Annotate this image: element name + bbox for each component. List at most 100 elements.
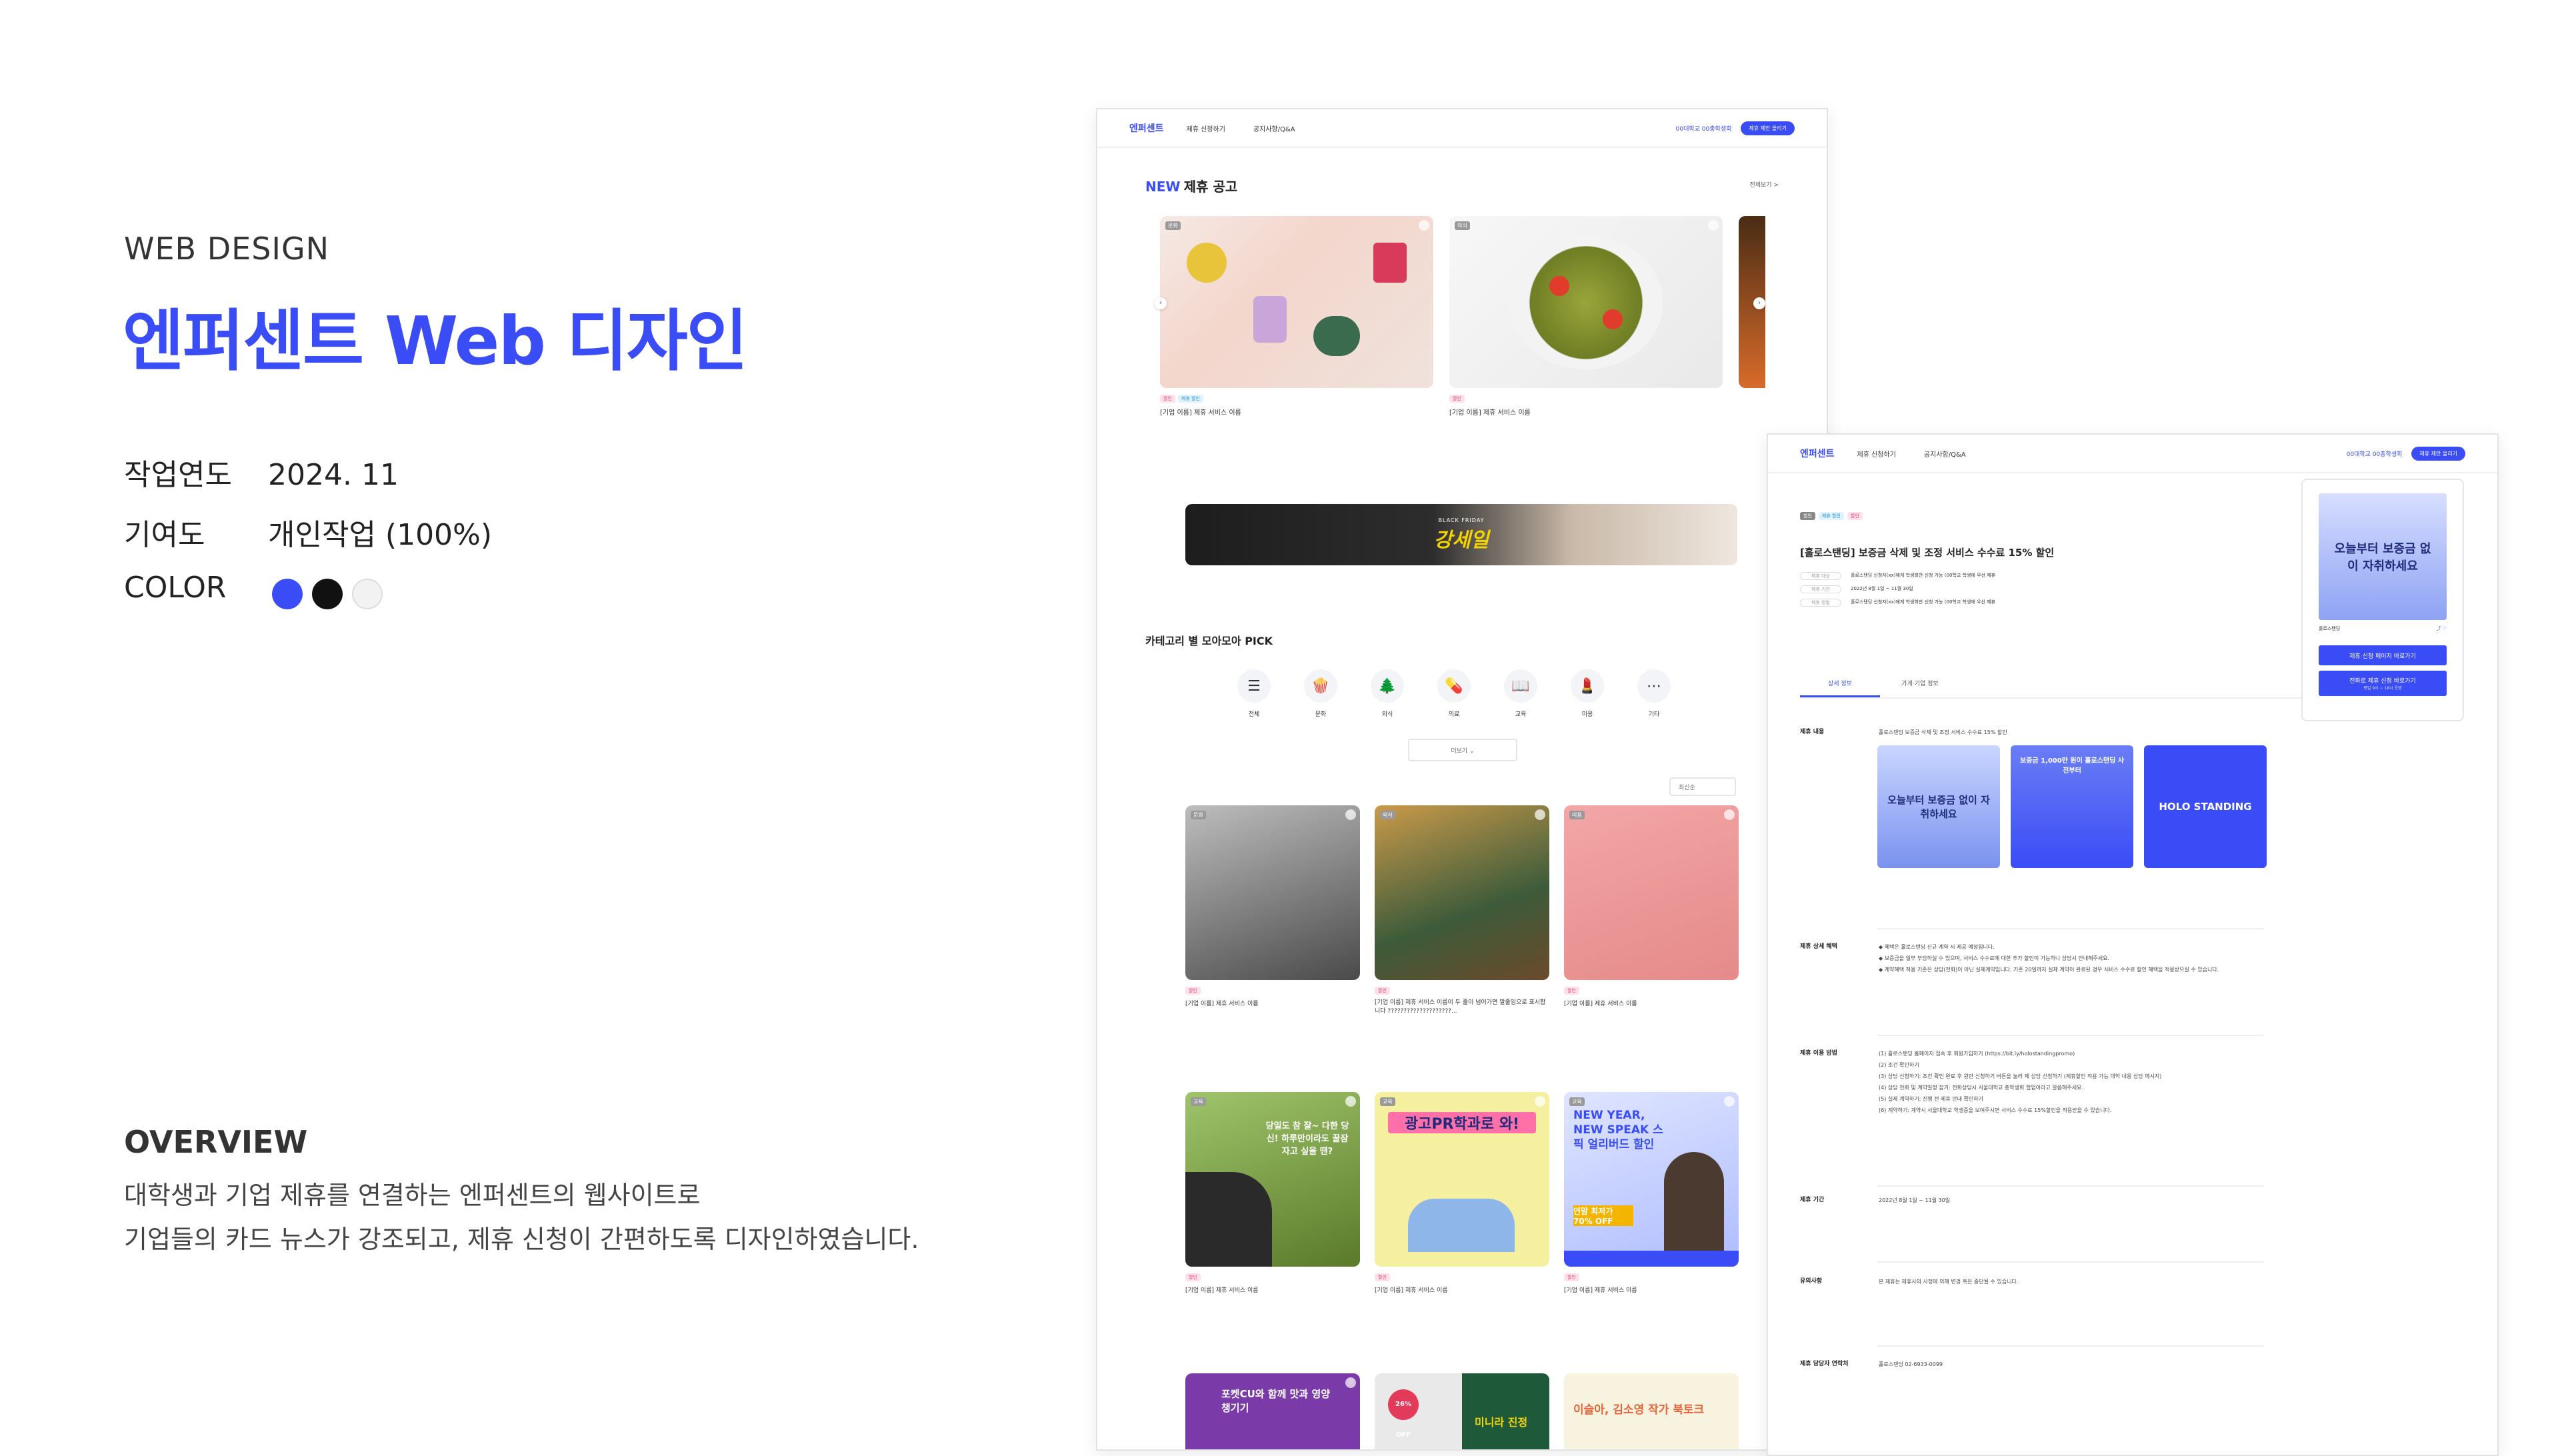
grid-card[interactable]: 미용 ♡ 할인 [기업 이름] 제휴 서비스 이름 bbox=[1564, 805, 1739, 1007]
apply-page-button[interactable]: 제휴 신청 페이지 바로가기 bbox=[2319, 645, 2447, 665]
more-button[interactable]: 더보기 ⌄ bbox=[1408, 739, 1517, 761]
card-category-tag: 미용 bbox=[1569, 811, 1585, 819]
side-card: 오늘부터 보증금 없이 자취하세요 홀로스탠딩 ⤴ ♡ 제휴 신청 페이지 바로… bbox=[2301, 479, 2464, 721]
color-swatch-blue bbox=[272, 579, 303, 609]
card-overlay-text: 당일도 참 잘~ 다한 당신! 하루만이라도 꿀잠 자고 싶을 땐? bbox=[1265, 1121, 1349, 1157]
nav-apply[interactable]: 제휴 신청하기 bbox=[1857, 449, 1896, 459]
chip-row: 할인 bbox=[1449, 395, 1723, 403]
card-title: [기업 이름] 제휴 서비스 이름이 두 줄이 넘어가면 말줄임으로 표시합니다… bbox=[1375, 999, 1546, 1015]
tab-bar: 상세 정보 가게·기업 정보 bbox=[1800, 679, 2333, 699]
grid-card[interactable]: 이슬아, 김소영 작가 북토크 bbox=[1564, 1373, 1739, 1449]
chip: 할인 bbox=[1449, 395, 1465, 403]
category-all[interactable]: ☰ 전체 bbox=[1237, 669, 1271, 718]
nav-right: 00대학교 00총학생회 제휴 제안 올리기 bbox=[2347, 446, 2465, 461]
category-food[interactable]: 🌲 외식 bbox=[1371, 669, 1404, 718]
tree-icon: 🌲 bbox=[1371, 669, 1404, 703]
heart-icon[interactable]: ♡ bbox=[1708, 220, 1719, 231]
nav-notice[interactable]: 공지사항/Q&A bbox=[1253, 123, 1295, 133]
chip: 할인 bbox=[1160, 395, 1175, 403]
new-card[interactable]: 외식 ♡ 할인 [기업 이름] 제휴 서비스 이름 bbox=[1449, 216, 1723, 417]
card-overlay-text: 광고PR학과로 와! bbox=[1388, 1112, 1536, 1133]
sort-select[interactable]: 최신순 bbox=[1669, 777, 1736, 796]
color-swatches bbox=[272, 579, 383, 609]
overview-title: OVERVIEW bbox=[124, 1124, 308, 1160]
tab-detail[interactable]: 상세 정보 bbox=[1800, 679, 1880, 697]
beauty-icon: 💄 bbox=[1571, 669, 1604, 703]
propose-button[interactable]: 제휴 제안 올리기 bbox=[2411, 446, 2465, 461]
carousel-prev-icon[interactable]: ‹ bbox=[1155, 297, 1167, 309]
category-culture[interactable]: 🍿 문화 bbox=[1304, 669, 1337, 718]
meta-key: 제휴 대상 bbox=[1800, 572, 1841, 580]
category-section-title: 카테고리 별 모아모아 PICK bbox=[1145, 635, 1273, 647]
category-medical[interactable]: 💊 의료 bbox=[1437, 669, 1471, 718]
logo[interactable]: 엔퍼센트 bbox=[1800, 447, 1835, 460]
divider bbox=[1877, 1035, 2264, 1036]
heart-icon[interactable]: ♡ bbox=[1724, 1096, 1735, 1107]
heart-icon[interactable]: ♡ bbox=[1345, 1096, 1356, 1107]
category-etc[interactable]: ⋯ 기타 bbox=[1637, 669, 1671, 718]
heart-icon[interactable]: ♡ bbox=[1419, 220, 1429, 231]
overview-text: 대학생과 기업 제휴를 연결하는 엔퍼센트의 웹사이트로 기업들의 카드 뉴스가… bbox=[124, 1173, 919, 1261]
section-line: (6) 계약하기: 계약시 서울대학교 학생증을 보여주시면 서비스 수수료 1… bbox=[1879, 1107, 2112, 1113]
login-text[interactable]: 00대학교 00총학생회 bbox=[1676, 124, 1732, 133]
side-brand: 홀로스탠딩 bbox=[2319, 626, 2341, 631]
grid-card[interactable]: 외식 ♡ 할인 [기업 이름] 제휴 서비스 이름이 두 줄이 넘어가면 말줄임… bbox=[1375, 805, 1549, 1016]
grid-card[interactable]: 당일도 참 잘~ 다한 당신! 하루만이라도 꿀잠 자고 싶을 땐? 교육 ♡ … bbox=[1185, 1092, 1360, 1294]
grid-card[interactable]: 26% OFF 미니라 진정 bbox=[1375, 1373, 1549, 1449]
share-icon[interactable]: ⤴ ♡ bbox=[2436, 625, 2447, 632]
button-sub: 평일 9시 ~ 18시 운영 bbox=[2363, 686, 2402, 691]
card-overlay-text: 이슬아, 김소영 작가 북토크 bbox=[1573, 1403, 1705, 1417]
nav-right: 00대학교 00총학생회 제휴 제안 올리기 bbox=[1676, 121, 1795, 135]
nav-apply[interactable]: 제휴 신청하기 bbox=[1187, 123, 1225, 133]
heart-icon[interactable]: ♡ bbox=[1535, 809, 1545, 820]
grid-card[interactable]: 문화 ♡ 할인 [기업 이름] 제휴 서비스 이름 bbox=[1185, 805, 1360, 1007]
heart-icon[interactable]: ♡ bbox=[1724, 809, 1735, 820]
book-icon: 📖 bbox=[1504, 669, 1537, 703]
section-key: 제휴 이용 방법 bbox=[1800, 1050, 1837, 1057]
card-overlay-text: NEW YEAR, NEW SPEAK 스픽 얼리버드 할인 bbox=[1573, 1109, 1663, 1151]
category-education[interactable]: 📖 교육 bbox=[1504, 669, 1537, 718]
grid-card[interactable]: 포켓CU와 함께 맛과 영양 챙기기 ♡ bbox=[1185, 1373, 1360, 1449]
section-line: (5) 실제 계약하기: 진행 전 제휴 안내 확인하기 bbox=[1879, 1096, 1983, 1102]
heart-icon[interactable]: ♡ bbox=[1535, 1096, 1545, 1107]
info-value: 2024. 11 bbox=[268, 458, 399, 492]
heart-icon[interactable]: ♡ bbox=[1345, 1377, 1356, 1388]
section-line: (2) 조건 확인하기 bbox=[1879, 1062, 1919, 1068]
card-overlay-text: 미니라 진정 bbox=[1475, 1416, 1528, 1429]
promo-banner[interactable]: BLACK FRIDAY 강세일 bbox=[1185, 504, 1737, 565]
color-swatch-black bbox=[312, 579, 343, 609]
card-title: [기업 이름] 제휴 서비스 이름 bbox=[1564, 1287, 1637, 1294]
tab-company[interactable]: 가게·기업 정보 bbox=[1880, 679, 1960, 697]
chip: 제휴 할인 bbox=[1177, 395, 1203, 403]
logo[interactable]: 엔퍼센트 bbox=[1129, 121, 1164, 135]
grid-card[interactable]: 광고PR학과로 와! 교육 ♡ 할인 [기업 이름] 제휴 서비스 이름 bbox=[1375, 1092, 1549, 1294]
detail-screen: 엔퍼센트 제휴 신청하기 공지사항/Q&A 00대학교 00총학생회 제휴 제안… bbox=[1767, 433, 2499, 1456]
section-lines: ◆ 혜택은 홀로스탠딩 신규 계약 시 제공 예정입니다. ◆ 보증금을 일부 … bbox=[1879, 941, 2219, 975]
info-row-contribution: 기여도 개인작업 (100%) bbox=[124, 511, 492, 553]
chip: 할인 bbox=[1185, 1273, 1201, 1281]
card-image: 문화 ♡ bbox=[1160, 216, 1433, 388]
meta-value: 홀로스탠딩 신청자(xx)에게 학생회만 신청 가능 (00학교 학생에 우선 … bbox=[1851, 573, 1996, 578]
nav-notice[interactable]: 공지사항/Q&A bbox=[1924, 449, 1966, 459]
category-beauty[interactable]: 💄 미용 bbox=[1571, 669, 1604, 718]
banner-big: 강세일 bbox=[1433, 528, 1489, 552]
login-text[interactable]: 00대학교 00총학생회 bbox=[2347, 449, 2403, 458]
section-line: (4) 상담 전화 및 계약일정 잡기: 전화상담시 서울대학교 총학생회 협업… bbox=[1879, 1085, 2083, 1091]
heart-icon[interactable]: ♡ bbox=[1345, 809, 1356, 820]
section-content: 제휴 내용 홀로스탠딩 보증금 삭제 및 조정 서비스 수수료 15% 할인 bbox=[1800, 727, 2333, 738]
category-label: WEB DESIGN bbox=[124, 231, 330, 267]
view-all-link[interactable]: 전체보기 > bbox=[1749, 180, 1779, 189]
grid-card[interactable]: NEW YEAR, NEW SPEAK 스픽 얼리버드 할인 연말 최저가 70… bbox=[1564, 1092, 1739, 1294]
detail-meta: 제휴 대상 홀로스탠딩 신청자(xx)에게 학생회만 신청 가능 (00학교 학생… bbox=[1800, 572, 1995, 607]
category-label: 문화 bbox=[1315, 711, 1327, 718]
section-key: 제휴 내용 bbox=[1800, 729, 1825, 735]
section-notice: 유의사항 본 제휴는 제휴사의 사정에 의해 변경 혹은 중단될 수 있습니다. bbox=[1800, 1276, 2018, 1287]
chip: 할인 bbox=[1375, 987, 1390, 995]
new-card[interactable]: 문화 ♡ 할인 제휴 할인 [기업 이름] 제휴 서비스 이름 bbox=[1160, 216, 1433, 417]
meta-value: 2022년 8월 1일 ~ 11월 30일 bbox=[1851, 586, 1913, 591]
carousel-next-icon[interactable]: › bbox=[1753, 297, 1765, 309]
card-title: [기업 이름] 제휴 서비스 이름 bbox=[1185, 1287, 1259, 1294]
phone-apply-button[interactable]: 전화로 제휴 신청 바로가기 평일 9시 ~ 18시 운영 bbox=[2319, 671, 2447, 696]
propose-button[interactable]: 제휴 제안 올리기 bbox=[1741, 121, 1795, 135]
chip: 할인 bbox=[1375, 1273, 1390, 1281]
